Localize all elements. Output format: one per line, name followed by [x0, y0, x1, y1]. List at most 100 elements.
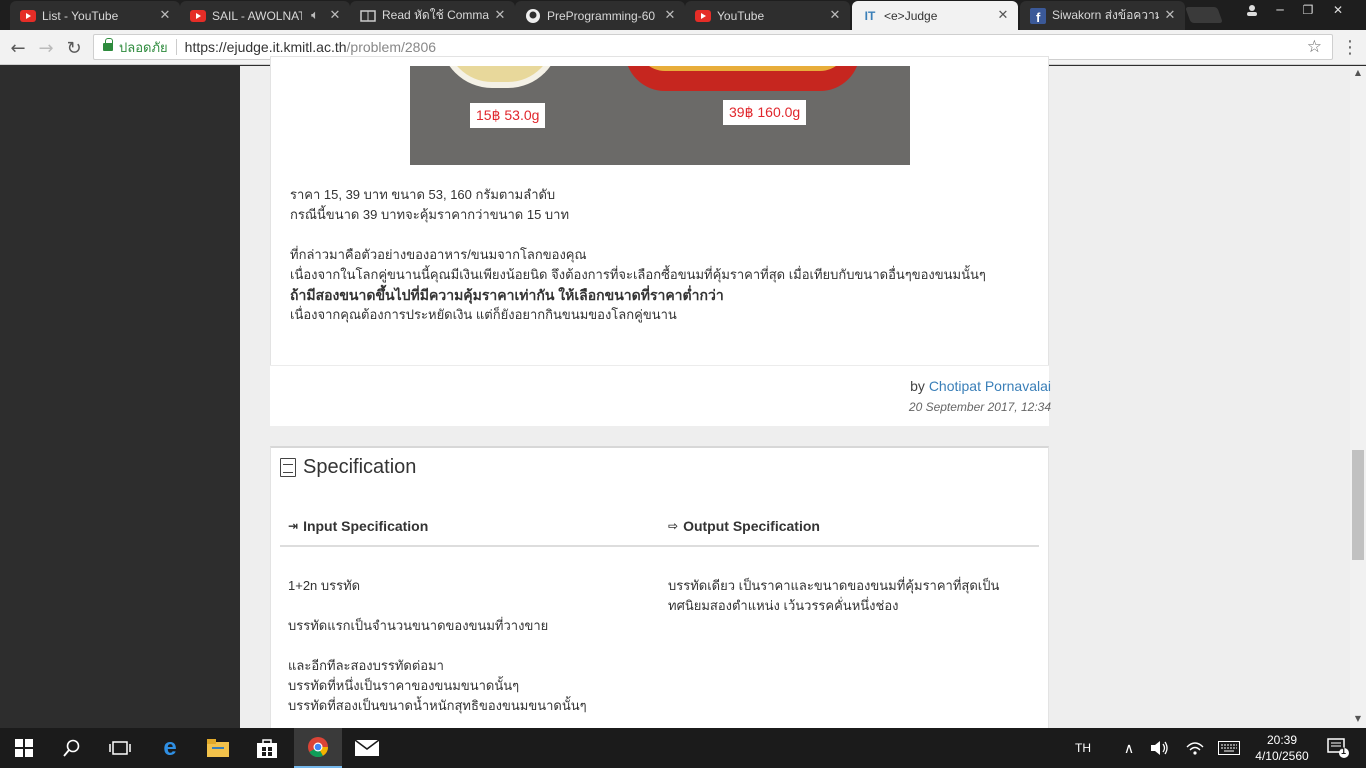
ejudge-icon: IT [864, 8, 876, 23]
post-date: 20 September 2017, 12:34 [908, 400, 1051, 414]
profile-icon[interactable] [1238, 0, 1266, 20]
price-tag-small: 15฿ 53.0g [470, 103, 546, 128]
bookmark-star-icon[interactable]: ☆ [1307, 37, 1322, 57]
keyboard-icon[interactable] [1214, 728, 1244, 768]
tab-title: <e>Judge [884, 8, 938, 23]
problem-paragraph: ราคา 15, 39 บาท ขนาด 53, 160 กรัมตามลำดั… [290, 187, 556, 202]
start-button[interactable] [0, 728, 48, 768]
problem-paragraph: กรณีนี้ขนาด 39 บาทจะคุ้มราคากว่าขนาด 15 … [290, 207, 570, 222]
close-icon[interactable]: ✕ [1163, 8, 1177, 23]
tab-github[interactable]: PreProgramming-60 ✕ [515, 1, 685, 30]
problem-paragraph: เนื่องจากในโลกคู่ขนานนี้คุณมีเงินเพียงน้… [290, 267, 986, 282]
close-icon[interactable]: ✕ [328, 8, 342, 23]
specification-heading: Specification [280, 456, 416, 479]
problem-paragraph-bold: ถ้ามีสองขนาดขึ้นไปที่มีความคุ้มราคาเท่าก… [290, 287, 724, 303]
close-icon[interactable]: ✕ [996, 8, 1010, 23]
by-label: by [910, 378, 925, 394]
store-icon[interactable] [243, 728, 291, 768]
restore-button[interactable]: ❐ [1294, 0, 1322, 20]
page-scrollbar[interactable]: ▲ ▼ [1350, 66, 1366, 728]
secure-label: ปลอดภัย [119, 39, 168, 55]
reload-button[interactable]: ↻ [62, 36, 86, 60]
sign-out-icon: ⇨ [668, 519, 679, 533]
browser-menu-icon[interactable]: ⋮ [1340, 36, 1360, 60]
tab-title: PreProgramming-60 [547, 8, 656, 23]
windows-logo-icon [15, 739, 33, 757]
mail-icon[interactable] [343, 728, 391, 768]
close-icon[interactable]: ✕ [828, 8, 842, 23]
new-tab-button[interactable] [1185, 7, 1223, 23]
scroll-up-arrow[interactable]: ▲ [1350, 66, 1366, 80]
chevron-up-icon[interactable]: ∧ [1115, 728, 1143, 768]
tab-title: Read หัดใช้ Command Line [382, 8, 489, 22]
tab-title: List - YouTube [42, 8, 119, 23]
clock-date: 4/10/2560 [1255, 749, 1309, 763]
tab-title: YouTube [717, 8, 765, 23]
tab-youtube[interactable]: YouTube ✕ [685, 1, 850, 30]
search-icon[interactable] [48, 728, 96, 768]
edge-icon[interactable]: e [146, 728, 194, 768]
input-spec-line: บรรทัดที่หนึ่งเป็นราคาของขนมขนาดนั้นๆ [288, 678, 520, 693]
youtube-icon [190, 8, 206, 24]
price-tag-large: 39฿ 160.0g [723, 100, 807, 125]
tab-list-youtube[interactable]: List - YouTube ✕ [10, 1, 180, 30]
input-spec-line: 1+2n บรรทัด [288, 578, 361, 593]
scroll-down-arrow[interactable]: ▼ [1350, 712, 1366, 726]
input-spec-line: บรรทัดแรกเป็นจำนวนขนาดของขนมที่วางขาย [288, 618, 549, 633]
action-center-icon[interactable]: 1 [1318, 728, 1358, 768]
output-spec-line: บรรทัดเดียว เป็นราคาและขนาดของขนมที่คุ้ม… [668, 578, 1000, 593]
output-spec-line: ทศนิยมสองตำแหน่ง เว้นวรรคคั่นหนึ่งช่อง [668, 598, 899, 613]
problem-paragraph: เนื่องจากคุณต้องการประหยัดเงิน แต่ก็ยังอ… [290, 307, 677, 322]
facebook-icon: f [1030, 7, 1046, 24]
close-icon[interactable]: ✕ [158, 8, 172, 23]
input-spec-line: และอีกทีละสองบรรทัดต่อมา [288, 658, 444, 673]
wifi-icon[interactable] [1180, 728, 1210, 768]
windows-taskbar: e TH ∧ 20:39 4/10/2560 1 [0, 728, 1366, 768]
tab-title: SAIL - AWOLNATION [212, 8, 302, 23]
problem-image: 15฿ 53.0g 39฿ 160.0g [410, 66, 910, 165]
chrome-icon[interactable] [294, 728, 342, 768]
clock-time: 20:39 [1266, 733, 1298, 747]
lock-icon [103, 38, 113, 51]
task-view-icon[interactable] [96, 728, 144, 768]
author-link[interactable]: Chotipat Pornavalai [929, 378, 1051, 394]
tab-strip: List - YouTube ✕ SAIL - AWOLNATION 🔈︎ ✕ … [0, 0, 1366, 30]
file-explorer-icon[interactable] [194, 728, 242, 768]
output-spec-heading: ⇨ Output Specification [668, 518, 820, 534]
sign-in-icon: ⇥ [288, 519, 299, 533]
divider [280, 545, 1039, 547]
problem-footer [270, 365, 1049, 426]
large-bowl-image [625, 66, 860, 91]
speaker-icon[interactable]: 🔈︎ [306, 8, 324, 23]
svg-text:f: f [1036, 10, 1041, 24]
github-icon [525, 8, 541, 24]
document-icon [280, 458, 296, 477]
tab-read[interactable]: Read หัดใช้ Command Line ✕ [350, 1, 515, 30]
volume-icon[interactable] [1145, 728, 1175, 768]
forward-button[interactable]: → [34, 36, 58, 60]
scrollbar-thumb[interactable] [1352, 450, 1364, 560]
tab-facebook[interactable]: f Siwakorn ส่งข้อความถึงคุณ ✕ [1020, 1, 1185, 30]
tab-ejudge[interactable]: IT <e>Judge ✕ [852, 1, 1018, 30]
problem-paragraph: ที่กล่าวมาคือตัวอย่างของอาหาร/ขนมจากโลกข… [290, 247, 587, 262]
system-clock[interactable]: 20:39 4/10/2560 [1252, 732, 1312, 764]
author-byline: by Chotipat Pornavalai [910, 378, 1051, 394]
language-indicator[interactable]: TH [1066, 728, 1100, 768]
tab-title: Siwakorn ส่งข้อความถึงคุณ [1052, 8, 1159, 22]
read-mode-icon [360, 8, 376, 24]
youtube-icon [695, 8, 711, 24]
back-button[interactable]: ← [6, 36, 30, 60]
close-icon[interactable]: ✕ [493, 8, 507, 23]
url-path: /problem/2806 [346, 39, 437, 55]
window-close-button[interactable]: ✕ [1324, 0, 1352, 20]
notification-count: 1 [1341, 746, 1347, 756]
tab-sail[interactable]: SAIL - AWOLNATION 🔈︎ ✕ [180, 1, 350, 30]
input-spec-heading: ⇥ Input Specification [288, 518, 428, 534]
input-spec-title: Input Specification [303, 518, 429, 534]
minimize-button[interactable]: ─ [1266, 0, 1294, 20]
youtube-icon [20, 8, 36, 24]
close-icon[interactable]: ✕ [663, 8, 677, 23]
divider [175, 39, 177, 55]
small-cup-image [440, 66, 560, 88]
specification-title: Specification [303, 456, 417, 478]
